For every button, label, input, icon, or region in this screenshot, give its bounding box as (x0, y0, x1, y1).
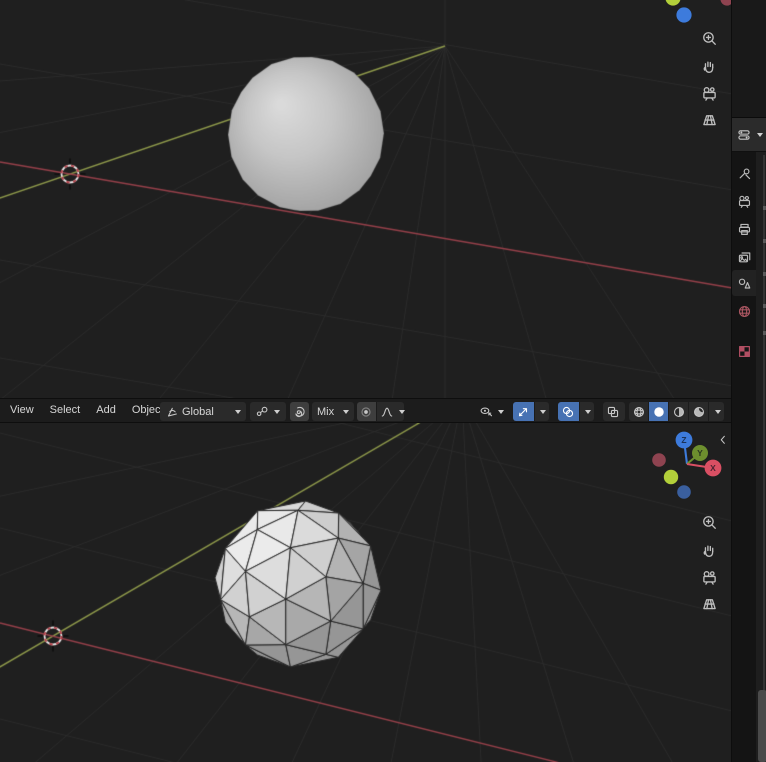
panel-scrollbar-track[interactable] (763, 155, 765, 762)
overlays-dropdown[interactable] (580, 402, 594, 421)
overlays-icon (561, 405, 575, 419)
object-visibility-dropdown[interactable] (477, 402, 511, 421)
xray-icon (606, 405, 620, 419)
transform-orientation-dropdown[interactable]: Global (160, 402, 246, 421)
menu-bar: View Select Add Object (2, 401, 172, 419)
chevron-down-icon (274, 409, 280, 414)
snap-toggle-button[interactable] (290, 402, 309, 421)
chevron-down-icon (714, 409, 721, 414)
viewport-top[interactable] (0, 0, 731, 398)
blend-mode-dropdown[interactable]: Mix (312, 402, 354, 421)
pan-icon[interactable] (700, 57, 718, 75)
show-gizmos-toggle[interactable] (513, 402, 534, 421)
tab-world[interactable] (732, 298, 756, 324)
solid-sphere-icon (652, 405, 666, 419)
viewport-header: View Select Add Object Global Mix (0, 398, 731, 423)
chevron-down-icon (399, 409, 405, 414)
outliner-area (732, 0, 766, 118)
chevron-left-icon (716, 433, 730, 447)
menu-add[interactable]: Add (88, 401, 124, 419)
falloff-curve-icon (380, 405, 394, 419)
chevron-down-icon (585, 409, 591, 414)
eye-pointer-icon (479, 405, 493, 419)
pan-icon[interactable] (700, 541, 718, 559)
menu-select[interactable]: Select (42, 401, 89, 419)
shading-dropdown[interactable] (709, 402, 724, 421)
rendered-sphere-icon (692, 405, 706, 419)
xray-toggle[interactable] (603, 402, 625, 421)
show-overlays-toggle[interactable] (558, 402, 579, 421)
menu-view[interactable]: View (2, 401, 42, 419)
perspective-grid-icon[interactable] (700, 595, 718, 613)
shading-mode-group (629, 402, 724, 421)
viewport-bottom[interactable]: ZYX (0, 423, 731, 762)
panel-scrollbar-thumb[interactable] (758, 690, 766, 762)
shading-rendered-button[interactable] (689, 402, 708, 421)
gizmos-dropdown[interactable] (535, 402, 549, 421)
tab-tool[interactable] (732, 160, 756, 186)
orientation-icon (165, 405, 179, 419)
tab-output[interactable] (732, 216, 756, 242)
chevron-down-icon (235, 409, 241, 414)
properties-panel (731, 0, 766, 762)
gizmo-arrows-icon (516, 405, 530, 419)
tab-view-layer[interactable] (732, 244, 756, 270)
blend-mode-value: Mix (317, 405, 335, 418)
orientation-value: Global (182, 405, 214, 418)
properties-sliders-icon (737, 128, 751, 142)
shading-material-button[interactable] (669, 402, 688, 421)
tab-texture[interactable] (732, 338, 756, 364)
camera-view-icon[interactable] (700, 84, 718, 102)
pivot-icon (255, 405, 269, 419)
wireframe-sphere-icon (632, 405, 646, 419)
proportional-editing-toggle[interactable] (357, 402, 376, 421)
material-sphere-icon (672, 405, 686, 419)
chevron-down-icon (757, 132, 763, 137)
tab-render[interactable] (732, 188, 756, 214)
zoom-icon[interactable] (700, 29, 718, 47)
snap-swirl-icon (292, 405, 306, 419)
properties-tab-strip (732, 152, 756, 762)
viewport-canvas-bottom[interactable] (0, 423, 731, 762)
proportional-falloff-dropdown[interactable] (377, 402, 405, 421)
chevron-down-icon (343, 409, 349, 414)
chevron-down-icon (540, 409, 546, 414)
chevron-down-icon (498, 409, 504, 414)
properties-editor-header[interactable] (732, 118, 766, 152)
shading-solid-button[interactable] (649, 402, 668, 421)
perspective-grid-icon[interactable] (700, 111, 718, 129)
proportional-dot-icon (359, 405, 373, 419)
sidebar-toggle-chevron[interactable] (716, 433, 730, 447)
tab-scene[interactable] (732, 270, 756, 296)
pivot-point-dropdown[interactable] (250, 402, 286, 421)
blender-window: View Select Add Object Global Mix Z Y X (0, 0, 766, 762)
shading-wireframe-button[interactable] (629, 402, 648, 421)
viewport-canvas-top[interactable] (0, 0, 731, 398)
zoom-icon[interactable] (700, 513, 718, 531)
camera-view-icon[interactable] (700, 568, 718, 586)
